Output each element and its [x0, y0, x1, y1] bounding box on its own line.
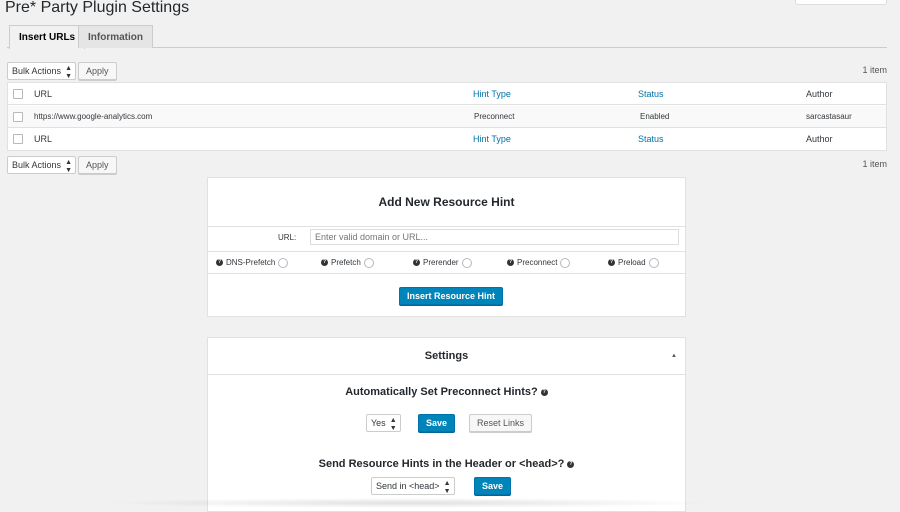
tab-information[interactable]: Information	[78, 25, 153, 48]
radio-prerender[interactable]	[461, 257, 472, 268]
settings-title: Settings	[424, 350, 469, 362]
header-value: Send in <head>	[376, 481, 440, 491]
select-arrows-icon: ▲ ▼	[389, 417, 397, 432]
row-author: sarcastasaur	[806, 112, 852, 121]
bulk-actions-select-bottom[interactable]: Bulk Actions ▲ ▼	[7, 156, 77, 174]
column-status-footer[interactable]: Status	[638, 128, 664, 150]
option-prefetch[interactable]: ? Prefetch	[321, 252, 374, 274]
help-icon[interactable]: ?	[507, 259, 514, 267]
bulk-actions-bottom: Bulk Actions ▲ ▼ Apply 1 item	[7, 156, 887, 174]
insert-resource-hint-button[interactable]: Insert Resource Hint	[399, 287, 504, 305]
option-preload[interactable]: ? Preload	[608, 252, 659, 274]
row-status: Enabled	[640, 112, 670, 121]
item-count: 1 item	[862, 65, 887, 75]
collapse-icon[interactable]: ▲	[671, 338, 677, 375]
column-status[interactable]: Status	[638, 83, 664, 105]
radio-preconnect[interactable]	[560, 257, 571, 268]
radio-prefetch[interactable]	[363, 257, 374, 268]
hint-type-options: ? DNS-Prefetch ? Prefetch ? Prerender ? Prec…	[208, 251, 685, 274]
apply-button-bottom[interactable]: Apply	[78, 156, 117, 174]
help-icon[interactable]: ?	[540, 388, 548, 396]
option-preconnect[interactable]: ? Preconnect	[507, 252, 571, 274]
column-author-footer: Author	[806, 134, 833, 144]
table-header-row: URL Hint Type Status Author	[8, 83, 886, 105]
table-footer-row: URL Hint Type Status Author	[8, 128, 886, 150]
hints-table: URL Hint Type Status Author https://www.…	[7, 82, 887, 151]
select-all-checkbox[interactable]	[13, 89, 23, 99]
option-dns-prefetch[interactable]: ? DNS-Prefetch	[216, 252, 289, 274]
url-row: URL:	[208, 227, 685, 249]
header-question: Send Resource Hints in the Header or <he…	[318, 458, 575, 470]
save-preconnect-button[interactable]: Save	[418, 414, 456, 432]
column-url-footer: URL	[34, 134, 53, 144]
bulk-actions-top: Bulk Actions ▲ ▼ Apply 1 item	[7, 62, 887, 80]
screen-options-tab[interactable]	[795, 0, 887, 5]
help-icon[interactable]: ?	[413, 259, 420, 267]
column-hint-type-footer[interactable]: Hint Type	[473, 128, 511, 150]
preconnect-value: Yes	[371, 418, 386, 428]
column-hint-type[interactable]: Hint Type	[473, 83, 511, 105]
option-prerender[interactable]: ? Prerender	[413, 252, 472, 274]
help-icon[interactable]: ?	[321, 259, 328, 267]
tab-insert-urls[interactable]: Insert URLs	[9, 25, 86, 49]
item-count-bottom: 1 item	[862, 159, 887, 169]
column-url: URL	[34, 89, 53, 99]
add-hint-panel: Add New Resource Hint URL: ?DNS-Prefetch…	[207, 177, 686, 317]
row-url: https://www.google-analytics.com	[34, 112, 153, 121]
help-icon[interactable]: ?	[216, 259, 223, 267]
settings-header[interactable]: Settings ▲	[208, 338, 685, 375]
url-label: URL:	[278, 233, 297, 242]
help-icon[interactable]: ?	[608, 259, 615, 267]
apply-button[interactable]: Apply	[78, 62, 117, 80]
page-title: Pre* Party Plugin Settings	[5, 0, 190, 16]
add-hint-title: Add New Resource Hint	[208, 178, 685, 227]
select-arrows-icon: ▲ ▼	[65, 159, 73, 174]
preconnect-select[interactable]: Yes ▲ ▼	[366, 414, 401, 432]
select-arrows-icon: ▲ ▼	[443, 480, 451, 495]
tab-bar: Insert URLs Information	[7, 25, 887, 49]
table-row: https://www.google-analytics.com Preconn…	[8, 106, 886, 128]
radio-dns-prefetch[interactable]	[278, 257, 289, 268]
bottom-shadow	[100, 498, 720, 508]
radio-preload[interactable]	[648, 257, 659, 268]
column-author: Author	[806, 89, 833, 99]
help-icon[interactable]: ?	[567, 460, 575, 468]
row-hint-type: Preconnect	[474, 112, 515, 121]
url-input[interactable]	[310, 229, 679, 245]
bulk-actions-select[interactable]: Bulk Actions ▲ ▼	[7, 62, 77, 80]
bulk-actions-label: Bulk Actions	[12, 160, 62, 170]
row-checkbox[interactable]	[13, 112, 23, 122]
header-select[interactable]: Send in <head> ▲ ▼	[371, 477, 455, 495]
reset-links-button[interactable]: Reset Links	[469, 414, 533, 432]
preconnect-question: Automatically Set Preconnect Hints??	[345, 386, 548, 398]
settings-panel: Settings ▲ Automatically Set Preconnect …	[207, 337, 686, 512]
save-header-button[interactable]: Save	[474, 477, 512, 495]
bulk-actions-label: Bulk Actions	[12, 66, 62, 76]
select-all-checkbox-footer[interactable]	[13, 134, 23, 144]
select-arrows-icon: ▲ ▼	[65, 65, 73, 80]
